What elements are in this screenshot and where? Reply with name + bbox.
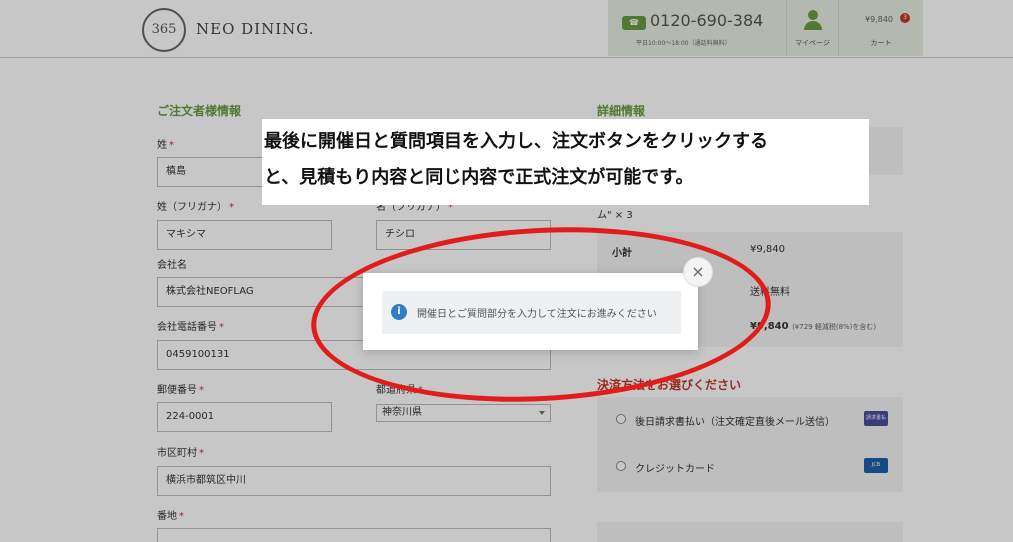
instruction-callout: 最後に開催日と質問項目を入力し、注文ボタンをクリックする と、見積もり内容と同じ… [262,119,869,205]
callout-line-1: 最後に開催日と質問項目を入力し、注文ボタンをクリックする [264,131,768,152]
callout-line-2: と、見積もり内容と同じ内容で正式注文が可能です。 [264,167,694,188]
checkout-page: 365 NEO DINING. ☎ 0120-690-384 平日10:00～1… [0,0,1013,542]
